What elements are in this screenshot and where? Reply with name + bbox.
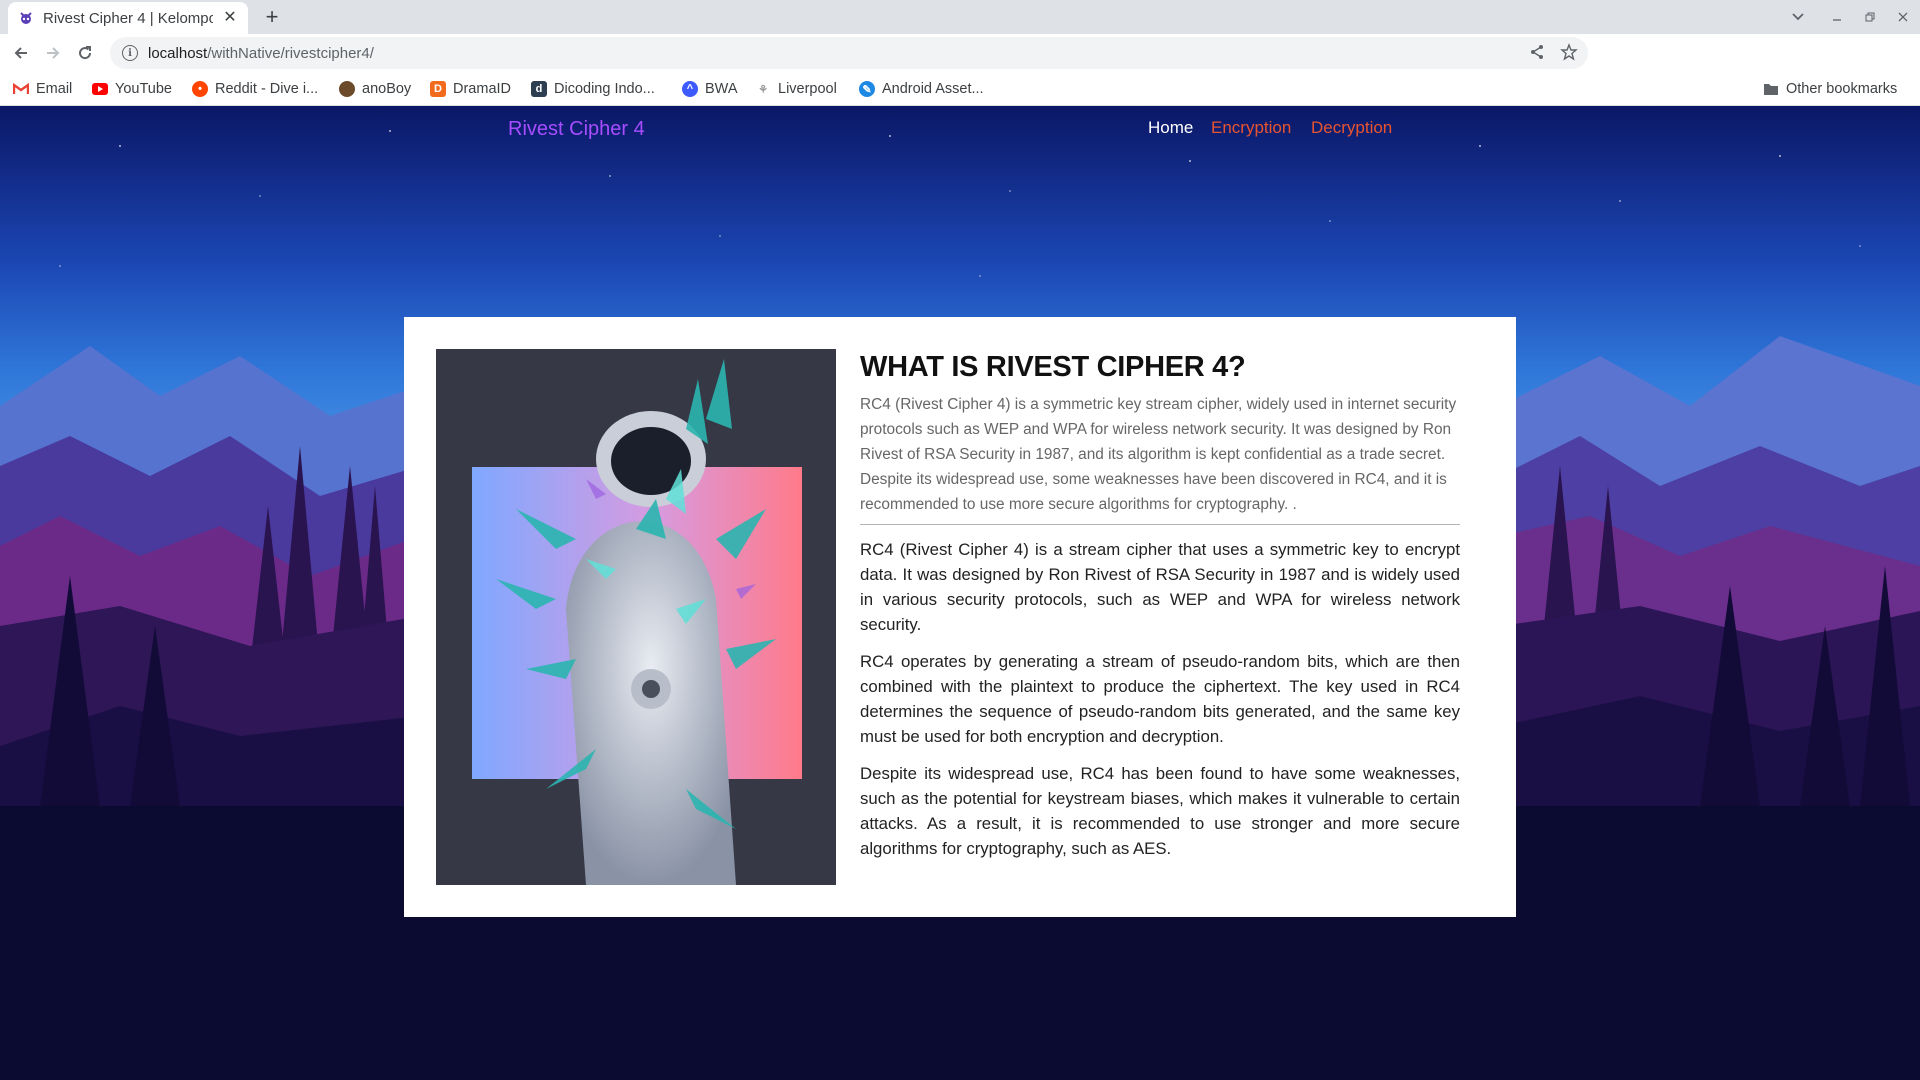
bookmark-youtube[interactable]: YouTube bbox=[92, 80, 172, 98]
android-asset-icon: ✎ bbox=[859, 81, 875, 97]
reload-icon[interactable] bbox=[73, 41, 97, 65]
bookmark-label: Android Asset... bbox=[882, 81, 984, 97]
nav-encryption[interactable]: Encryption bbox=[1211, 118, 1291, 138]
site-brand[interactable]: Rivest Cipher 4 bbox=[508, 118, 645, 141]
page-title: WHAT IS RIVEST CIPHER 4? bbox=[860, 351, 1246, 383]
tab-strip: Rivest Cipher 4 | Kelompo ✕ + bbox=[0, 0, 1920, 34]
url-text: localhost/withNative/rivestcipher4/ bbox=[148, 45, 374, 62]
description-paragraph: RC4 operates by generating a stream of p… bbox=[860, 652, 1460, 746]
tab-search-icon[interactable] bbox=[1783, 0, 1813, 34]
address-bar[interactable]: i localhost/withNative/rivestcipher4/ bbox=[110, 37, 1588, 69]
page-viewport: Rivest Cipher 4 Home Encryption Decrypti… bbox=[0, 106, 1920, 1080]
description-paragraph: RC4 (Rivest Cipher 4) is a stream cipher… bbox=[860, 540, 1460, 634]
bwa-icon: ^ bbox=[682, 81, 698, 97]
url-host: localhost bbox=[148, 44, 208, 62]
minimize-icon[interactable] bbox=[1822, 0, 1852, 34]
astronaut-crystal-artwork bbox=[436, 349, 836, 885]
other-bookmarks-label: Other bookmarks bbox=[1786, 81, 1898, 97]
gmail-icon bbox=[13, 81, 29, 97]
bookmark-android-asset[interactable]: ✎ Android Asset... bbox=[859, 80, 984, 98]
dramaid-icon: D bbox=[430, 81, 446, 97]
dicoding-icon: d bbox=[531, 81, 547, 97]
bookmark-label: DramaID bbox=[453, 81, 512, 97]
tab-title: Rivest Cipher 4 | Kelompo bbox=[43, 9, 213, 27]
bookmark-star-icon[interactable] bbox=[1560, 43, 1578, 66]
bookmark-bwa[interactable]: ^ BWA bbox=[682, 80, 738, 98]
back-icon[interactable] bbox=[9, 41, 33, 65]
folder-icon bbox=[1763, 81, 1779, 97]
site-info-icon[interactable]: i bbox=[122, 45, 138, 61]
bookmark-liverpool[interactable]: ⚘ Liverpool bbox=[755, 80, 837, 98]
bookmark-label: Email bbox=[36, 81, 73, 97]
bookmark-reddit[interactable]: • Reddit - Dive i... bbox=[192, 80, 318, 98]
bookmark-label: YouTube bbox=[115, 81, 172, 97]
site-favicon-icon bbox=[18, 10, 34, 26]
about-card: WHAT IS RIVEST CIPHER 4? RC4 (Rivest Cip… bbox=[404, 317, 1516, 917]
bookmark-label: Liverpool bbox=[778, 81, 837, 97]
bookmark-label: anoBoy bbox=[362, 81, 412, 97]
about-content: WHAT IS RIVEST CIPHER 4? RC4 (Rivest Cip… bbox=[860, 351, 1460, 861]
bookmark-label: BWA bbox=[705, 81, 738, 97]
bookmark-label: Reddit - Dive i... bbox=[215, 81, 319, 97]
restore-icon[interactable] bbox=[1855, 0, 1885, 34]
description-paragraph: Despite its widespread use, RC4 has been… bbox=[860, 764, 1460, 858]
bookmark-label: Dicoding Indo... bbox=[554, 81, 655, 97]
url-path: /withNative/rivestcipher4/ bbox=[207, 44, 374, 62]
anoboy-icon bbox=[339, 81, 355, 97]
bookmark-dramaid[interactable]: D DramaID bbox=[430, 80, 511, 98]
forward-icon[interactable] bbox=[41, 41, 65, 65]
bookmark-email[interactable]: Email bbox=[13, 80, 72, 98]
other-bookmarks-folder[interactable]: Other bookmarks bbox=[1763, 80, 1897, 98]
close-tab-icon[interactable]: ✕ bbox=[222, 10, 238, 26]
window-close-icon[interactable] bbox=[1888, 0, 1918, 34]
liverpool-icon: ⚘ bbox=[758, 83, 768, 96]
youtube-icon bbox=[92, 83, 108, 95]
bookmark-anoboy[interactable]: anoBoy bbox=[339, 80, 411, 98]
browser-toolbar: i localhost/withNative/rivestcipher4/ ƒ?… bbox=[0, 34, 1920, 97]
share-icon[interactable] bbox=[1528, 43, 1546, 66]
bookmarks-bar: Email YouTube • Reddit - Dive i... anoBo… bbox=[0, 72, 1920, 106]
reddit-icon: • bbox=[192, 81, 208, 97]
bookmark-dicoding[interactable]: d Dicoding Indo... bbox=[531, 80, 655, 98]
browser-tab-active[interactable]: Rivest Cipher 4 | Kelompo ✕ bbox=[8, 2, 248, 34]
divider bbox=[860, 524, 1460, 525]
nav-decryption[interactable]: Decryption bbox=[1311, 118, 1392, 138]
intro-text: RC4 (Rivest Cipher 4) is a symmetric key… bbox=[860, 396, 1457, 513]
new-tab-button[interactable]: + bbox=[260, 5, 284, 29]
site-navbar: Rivest Cipher 4 Home Encryption Decrypti… bbox=[0, 106, 1920, 154]
nav-home[interactable]: Home bbox=[1148, 118, 1193, 138]
